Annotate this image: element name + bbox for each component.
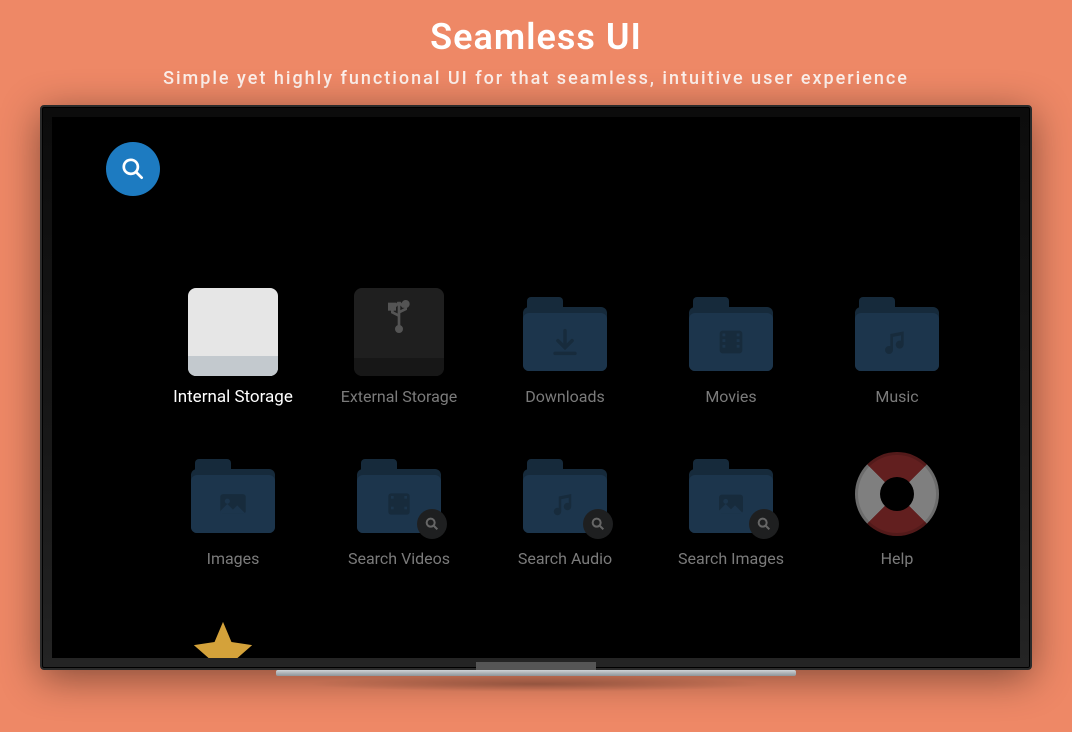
hero-subtitle: Simple yet highly functional UI for that…	[0, 68, 1072, 89]
hero-title: Seamless UI	[0, 0, 1072, 58]
search-images-folder-icon	[686, 449, 776, 539]
tile-label: Internal Storage	[160, 387, 306, 407]
tile-external-storage[interactable]: External Storage	[326, 287, 472, 407]
tile-label: Search Images	[658, 549, 804, 568]
search-videos-folder-icon	[354, 449, 444, 539]
tile-internal-storage[interactable]: Internal Storage	[160, 287, 306, 407]
tile-label: Movies	[658, 387, 804, 406]
tile-label: Help	[824, 549, 970, 568]
tile-images[interactable]: Images	[160, 449, 306, 568]
tile-label: External Storage	[326, 387, 472, 406]
tile-search-videos[interactable]: Search Videos	[326, 449, 472, 568]
usb-drive-icon	[354, 287, 444, 377]
tile-label: Downloads	[492, 387, 638, 406]
movies-folder-icon	[686, 287, 776, 377]
tile-search-audio[interactable]: Search Audio	[492, 449, 638, 568]
drive-icon	[188, 287, 278, 377]
search-icon	[120, 156, 146, 182]
star-icon	[188, 616, 258, 658]
tile-label: Images	[160, 549, 306, 568]
tile-downloads[interactable]: Downloads	[492, 287, 638, 407]
music-folder-icon	[852, 287, 942, 377]
search-overlay-icon	[417, 509, 447, 539]
tile-label: Music	[824, 387, 970, 406]
app-grid: Internal Storage External Stora	[160, 287, 970, 568]
tile-music[interactable]: Music	[824, 287, 970, 407]
download-folder-icon	[520, 287, 610, 377]
search-button[interactable]	[106, 142, 160, 196]
tile-label: Search Videos	[326, 549, 472, 568]
search-overlay-icon	[749, 509, 779, 539]
search-overlay-icon	[583, 509, 613, 539]
tile-help[interactable]: Help	[824, 449, 970, 568]
tv-stand-shadow	[306, 676, 766, 692]
images-folder-icon	[188, 449, 278, 539]
search-audio-folder-icon	[520, 449, 610, 539]
tv-frame: Internal Storage External Stora	[40, 105, 1032, 670]
tile-search-images[interactable]: Search Images	[658, 449, 804, 568]
tv-screen: Internal Storage External Stora	[52, 117, 1020, 658]
lifebuoy-icon	[852, 449, 942, 539]
tile-movies[interactable]: Movies	[658, 287, 804, 407]
tile-label: Search Audio	[492, 549, 638, 568]
